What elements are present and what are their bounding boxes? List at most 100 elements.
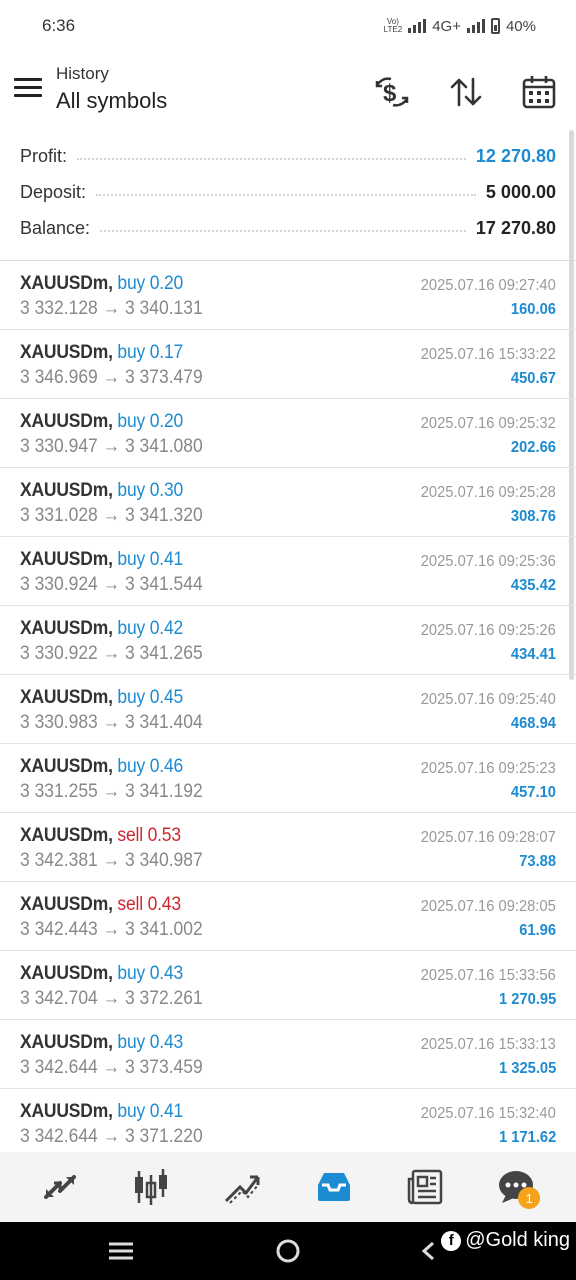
signal-icon-2 [466, 19, 485, 33]
trade-profit: 434.41 [510, 646, 556, 663]
trade-prices: 3 342.644 → 3 373.459 [20, 1057, 203, 1078]
deposit-value: 5 000.00 [485, 181, 556, 202]
trade-row[interactable]: XAUUSDm, buy 0.41 3 342.644 → 3 371.220 20… [0, 1089, 576, 1158]
trade-symbol: XAUUSDm, [20, 825, 113, 846]
home-icon[interactable] [271, 1236, 305, 1266]
trade-time: 2025.07.16 15:32:40 [420, 1105, 556, 1122]
messages-badge: 1 [518, 1187, 541, 1209]
nav-news[interactable] [399, 1161, 451, 1213]
trade-title: XAUUSDm, buy 0.17 [20, 342, 183, 364]
deposit-label: Deposit: [20, 181, 87, 202]
trade-row[interactable]: XAUUSDm, sell 0.53 3 342.381 → 3 340.987 2… [0, 813, 576, 882]
watermark-text: @Gold king [465, 1229, 570, 1251]
trade-row[interactable]: XAUUSDm, buy 0.43 3 342.644 → 3 373.459 20… [0, 1020, 576, 1089]
trade-title: XAUUSDm, buy 0.45 [20, 687, 183, 709]
trade-row[interactable]: XAUUSDm, buy 0.20 3 332.128 → 3 340.131 20… [0, 261, 576, 330]
profit-label: Profit: [20, 145, 68, 166]
trade-time: 2025.07.16 15:33:22 [420, 346, 556, 363]
trade-side-volume: buy 0.20 [117, 411, 184, 432]
trade-prices: 3 331.255 → 3 341.192 [20, 781, 203, 802]
trade-symbol: XAUUSDm, [20, 480, 113, 501]
calendar-icon[interactable] [519, 72, 559, 112]
trade-row[interactable]: XAUUSDm, buy 0.42 3 330.922 → 3 341.265 20… [0, 606, 576, 675]
news-icon [407, 1169, 443, 1205]
dotted-leader [77, 158, 466, 160]
nav-quotes[interactable] [34, 1161, 86, 1213]
balance-label: Balance: [20, 217, 91, 238]
currency-exchange-icon[interactable]: $ [372, 72, 412, 112]
trade-row[interactable]: XAUUSDm, buy 0.45 3 330.983 → 3 341.404 20… [0, 675, 576, 744]
trade-prices: 3 346.969 → 3 373.479 [20, 367, 203, 388]
trade-row[interactable]: XAUUSDm, buy 0.41 3 330.924 → 3 341.544 20… [0, 537, 576, 606]
trade-profit: 450.67 [510, 370, 556, 387]
trade-time: 2025.07.16 09:27:40 [420, 277, 556, 294]
trade-side-volume: buy 0.20 [117, 273, 184, 294]
trade-symbol: XAUUSDm, [20, 1032, 113, 1053]
trade-profit: 1 325.05 [498, 1060, 556, 1077]
trade-prices: 3 342.644 → 3 371.220 [20, 1126, 203, 1147]
trade-title: XAUUSDm, buy 0.43 [20, 1032, 183, 1054]
trade-profit: 73.88 [519, 853, 556, 870]
facebook-icon: f [441, 1230, 462, 1251]
trade-prices: 3 330.924 → 3 341.544 [20, 574, 203, 595]
trade-row[interactable]: XAUUSDm, buy 0.30 3 331.028 → 3 341.320 20… [0, 468, 576, 537]
trade-side-volume: sell 0.43 [117, 894, 181, 915]
symbol-filter-label[interactable]: All symbols [56, 88, 167, 114]
trade-side-volume: buy 0.17 [117, 342, 184, 363]
menu-icon[interactable] [14, 78, 42, 100]
trade-symbol: XAUUSDm, [20, 618, 113, 639]
trade-row[interactable]: XAUUSDm, buy 0.46 3 331.255 → 3 341.192 20… [0, 744, 576, 813]
trade-symbol: XAUUSDm, [20, 549, 113, 570]
trade-row[interactable]: XAUUSDm, buy 0.20 3 330.947 → 3 341.080 20… [0, 399, 576, 468]
trade-symbol: XAUUSDm, [20, 687, 113, 708]
trade-profit: 1 270.95 [498, 991, 556, 1008]
trade-profit: 202.66 [510, 439, 556, 456]
trade-prices: 3 342.381 → 3 340.987 [20, 850, 203, 871]
trade-time: 2025.07.16 09:25:28 [420, 484, 556, 501]
trade-title: XAUUSDm, buy 0.41 [20, 549, 183, 571]
trade-profit: 435.42 [510, 577, 556, 594]
header-titles: History All symbols [56, 64, 167, 114]
sort-icon[interactable] [446, 72, 486, 112]
trade-side-volume: buy 0.41 [117, 549, 184, 570]
history-icon [317, 1173, 350, 1201]
trade-profit: 468.94 [510, 715, 556, 732]
trade-time: 2025.07.16 09:28:07 [420, 829, 556, 846]
chart-icon [134, 1169, 167, 1205]
deposit-row: Deposit: 5 000.00 [20, 174, 556, 210]
trade-prices: 3 330.947 → 3 341.080 [20, 436, 203, 457]
trade-prices: 3 342.704 → 3 372.261 [20, 988, 203, 1009]
recent-apps-icon[interactable] [104, 1236, 138, 1266]
trade-symbol: XAUUSDm, [20, 963, 113, 984]
signal-icon [408, 19, 427, 33]
trade-profit: 160.06 [510, 301, 556, 318]
trade-row[interactable]: XAUUSDm, buy 0.43 3 342.704 → 3 372.261 20… [0, 951, 576, 1020]
trade-prices: 3 331.028 → 3 341.320 [20, 505, 203, 526]
trade-row[interactable]: XAUUSDm, buy 0.17 3 346.969 → 3 373.479 20… [0, 330, 576, 399]
trade-time: 2025.07.16 09:25:26 [420, 622, 556, 639]
profit-value: 12 270.80 [475, 145, 556, 166]
trade-symbol: XAUUSDm, [20, 894, 113, 915]
nav-history[interactable] [308, 1161, 360, 1213]
status-time: 6:36 [42, 16, 76, 35]
trade-prices: 3 330.922 → 3 341.265 [20, 643, 203, 664]
trade-icon [225, 1175, 260, 1204]
network-type: 4G+ [432, 17, 461, 35]
trade-title: XAUUSDm, buy 0.43 [20, 963, 183, 985]
balance-value: 17 270.80 [475, 217, 556, 238]
trade-row[interactable]: XAUUSDm, sell 0.43 3 342.443 → 3 341.002 2… [0, 882, 576, 951]
trade-time: 2025.07.16 09:28:05 [420, 898, 556, 915]
trade-history-list[interactable]: XAUUSDm, buy 0.20 3 332.128 → 3 340.131 20… [0, 261, 576, 1158]
bottom-navigation: 1 [0, 1152, 576, 1222]
nav-messages[interactable]: 1 [490, 1161, 542, 1213]
trade-side-volume: buy 0.43 [117, 963, 184, 984]
nav-trade[interactable] [216, 1161, 268, 1213]
nav-chart[interactable] [125, 1161, 177, 1213]
trade-profit: 61.96 [519, 922, 556, 939]
dotted-leader [96, 194, 476, 196]
trade-title: XAUUSDm, buy 0.20 [20, 411, 183, 433]
trade-profit: 1 171.62 [498, 1129, 556, 1146]
trade-title: XAUUSDm, sell 0.43 [20, 894, 181, 916]
status-bar: 6:36 Vo) LTE2 4G+ 40% [0, 0, 576, 52]
quotes-icon [43, 1175, 76, 1199]
